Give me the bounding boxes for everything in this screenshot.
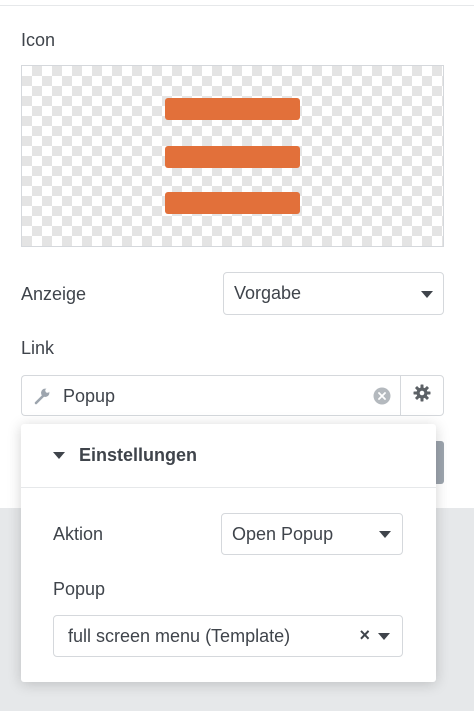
action-select[interactable]: Open Popup [221,513,403,555]
action-select-value: Open Popup [232,523,334,544]
remove-selection-icon[interactable]: × [359,625,370,646]
hamburger-bar-bottom [165,192,300,214]
hamburger-bar-middle [165,146,300,168]
link-value: Popup [63,386,116,406]
hamburger-bar-top [165,98,300,120]
icon-preview[interactable] [21,65,444,247]
display-label: Anzeige [21,284,87,304]
gear-icon [413,384,431,407]
link-field[interactable]: Popup [21,375,400,416]
caret-down-icon [53,452,65,459]
popup-label: Popup [53,579,106,599]
chevron-down-icon [379,531,391,538]
popover-header[interactable]: Einstellungen [21,424,436,488]
action-label: Aktion [53,524,104,544]
top-divider [0,0,474,6]
popover-title: Einstellungen [79,445,198,465]
chevron-down-icon[interactable] [378,633,390,640]
icon-label: Icon [21,30,56,50]
clear-icon[interactable] [373,387,391,410]
display-select-value: Vorgabe [234,283,302,303]
link-settings-button[interactable] [400,375,444,416]
popup-select[interactable]: full screen menu (Template) × [53,615,403,657]
settings-popover: Einstellungen Aktion Open Popup Popup fu… [21,424,436,682]
chevron-down-icon [421,291,433,298]
link-label: Link [21,338,55,358]
display-select[interactable]: Vorgabe [223,272,444,315]
wrench-icon [32,386,52,411]
scrollbar-handle[interactable] [436,441,444,484]
popup-select-value: full screen menu (Template) [68,625,291,646]
